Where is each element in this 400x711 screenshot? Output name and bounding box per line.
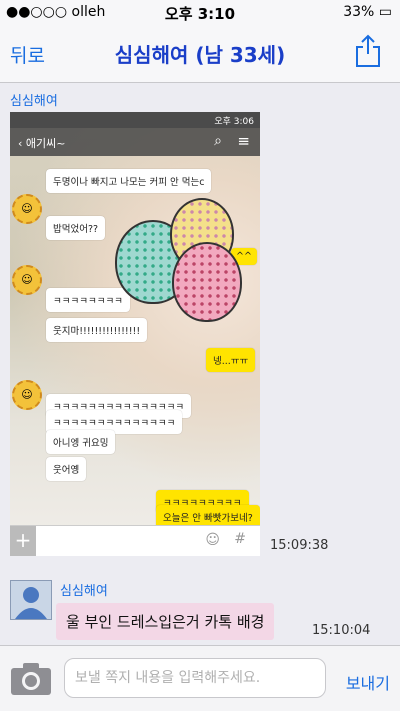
shared-screenshot[interactable]: 오후 3:06 ‹ 애기씨~ ⌕ ≡ ☺ ☺ ☺ 두명이나 빠지고 나모는 커피… bbox=[10, 112, 260, 554]
sender-name: 심심해여 bbox=[60, 584, 108, 599]
chat-bubble: 밥먹었어?? bbox=[46, 216, 106, 240]
message-time: 15:09:38 bbox=[270, 538, 329, 553]
plus-icon: + bbox=[10, 526, 36, 556]
page-title: 심심해여 (남 33세) bbox=[114, 43, 286, 67]
message-bubble[interactable]: 울 부인 드레스입은거 카톡 배경 bbox=[56, 603, 275, 640]
screenshot-chat-name: ‹ 애기씨~ bbox=[18, 137, 66, 150]
sender-name: 심심해여 bbox=[10, 94, 58, 109]
profile-sticker: ☺ bbox=[12, 380, 42, 410]
message-input[interactable] bbox=[64, 658, 326, 698]
emoji-icon: ☺ bbox=[205, 532, 220, 548]
chat-bubble: 웃어옝 bbox=[46, 457, 87, 481]
chat-bubble: ㅋㅋㅋㅋㅋㅋㅋㅋ bbox=[46, 288, 130, 312]
person-icon bbox=[15, 587, 47, 619]
camera-icon[interactable] bbox=[10, 662, 52, 696]
chat-bubble: 아니엥 귀요밍 bbox=[46, 430, 116, 454]
screenshot-chat-header: ‹ 애기씨~ ⌕ ≡ bbox=[10, 128, 260, 156]
profile-sticker: ☺ bbox=[12, 265, 42, 295]
compose-bar: 보내기 bbox=[0, 645, 400, 711]
screenshot-status-bar: 오후 3:06 bbox=[10, 112, 260, 128]
message-time: 15:10:04 bbox=[312, 623, 371, 638]
send-button[interactable]: 보내기 bbox=[346, 670, 390, 694]
chat-bubble: 웃지마!!!!!!!!!!!!!!!! bbox=[46, 318, 148, 342]
balloon-sticker bbox=[172, 242, 242, 322]
chat-bubble-mine: 넹...ㅠㅠ bbox=[206, 348, 256, 372]
avatar[interactable] bbox=[10, 580, 52, 620]
menu-icon: ≡ bbox=[237, 132, 250, 150]
hash-icon: # bbox=[234, 531, 246, 547]
battery: 33% ▭ bbox=[343, 4, 392, 20]
nav-bar: 뒤로 심심해여 (남 33세) bbox=[0, 24, 400, 83]
search-icon: ⌕ bbox=[214, 133, 222, 149]
clock: 오후 3:10 bbox=[164, 5, 236, 23]
profile-sticker: ☺ bbox=[12, 194, 42, 224]
share-icon[interactable] bbox=[354, 34, 382, 68]
screenshot-input-bar: + ☺ # bbox=[10, 525, 260, 556]
chat-bubble: 두명이나 빠지고 나모는 커피 안 먹는c bbox=[46, 169, 212, 193]
status-bar: ●●○○○ olleh 오후 3:10 33% ▭ bbox=[0, 0, 400, 24]
